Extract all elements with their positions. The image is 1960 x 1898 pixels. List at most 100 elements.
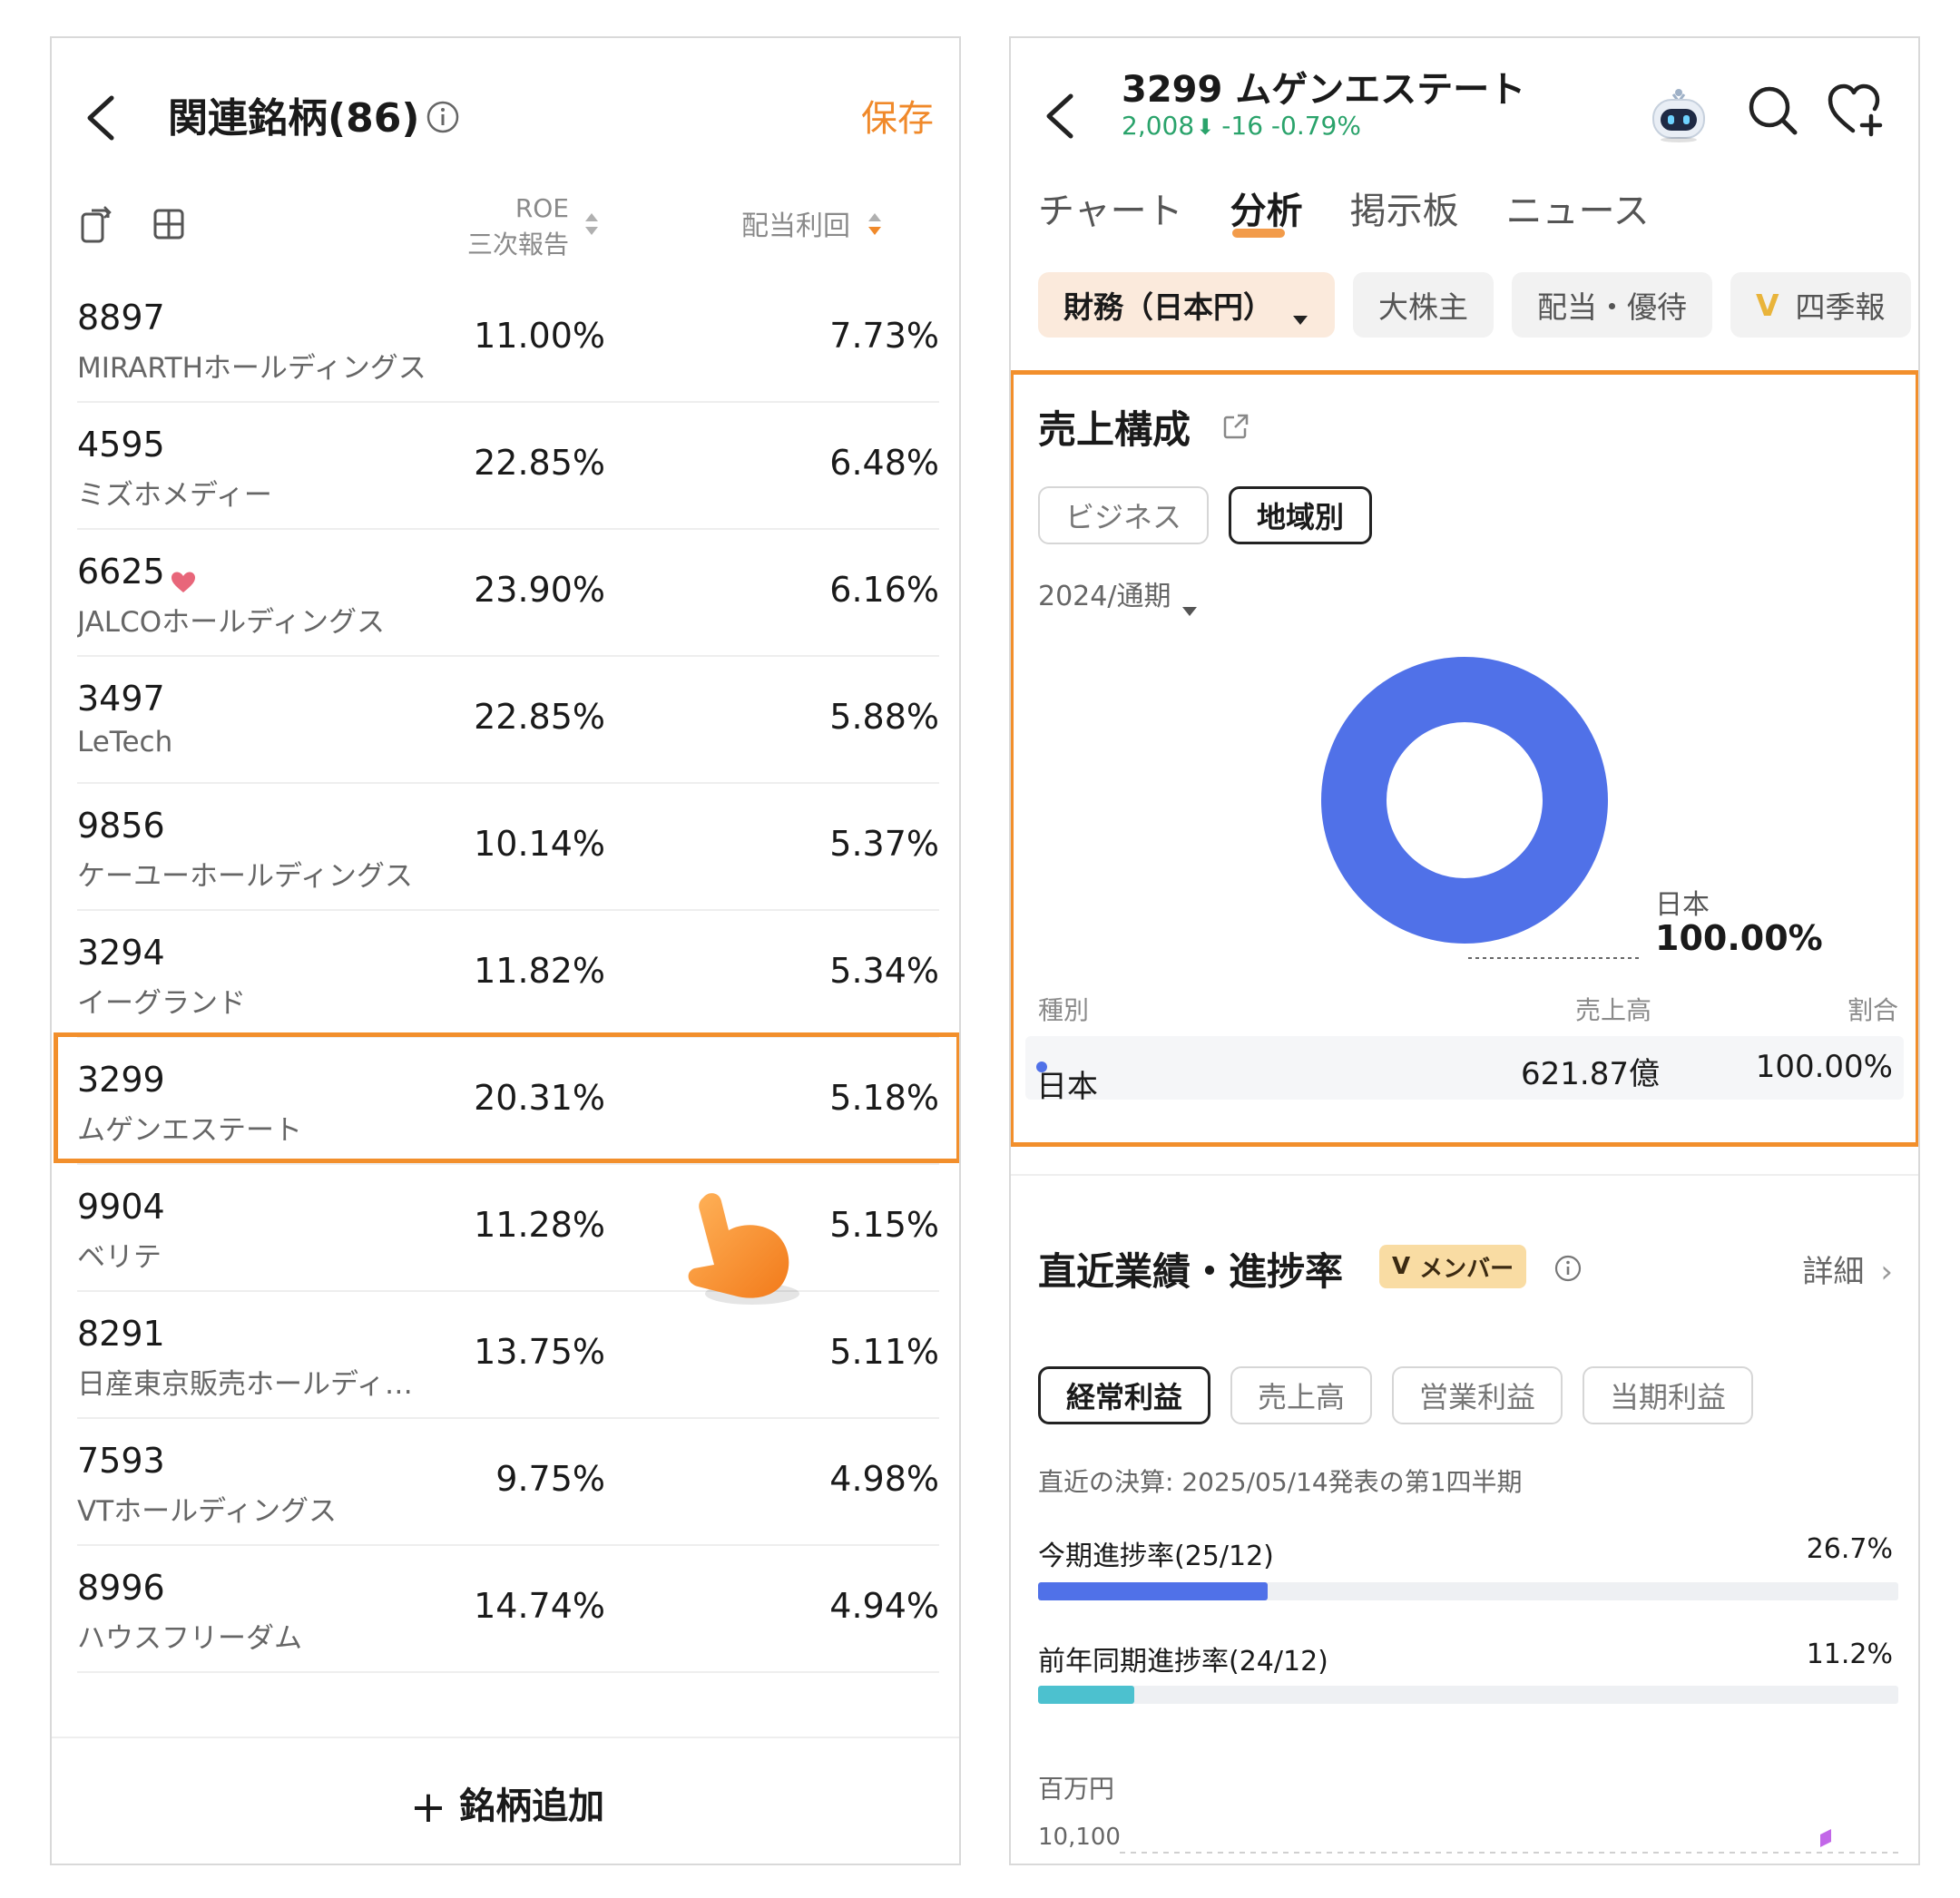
progress-fill-current <box>1038 1582 1269 1600</box>
copy-icon[interactable] <box>79 205 115 245</box>
selection-highlight <box>54 1032 959 1163</box>
chip-shikiho[interactable]: V 四季報 <box>1730 272 1911 338</box>
page-title: 関連銘柄(86) <box>168 95 420 142</box>
stock-dividend: 5.37% <box>829 824 939 864</box>
table-row[interactable]: 7593 VTホールディングス 9.75% 4.98% <box>77 1419 939 1546</box>
info-icon[interactable] <box>426 100 460 134</box>
column-header-roe[interactable]: ROE 三次報告 <box>415 191 605 263</box>
stock-code-wrap: 6625 <box>77 552 196 592</box>
back-arrow-icon[interactable] <box>1038 89 1083 143</box>
stock-name: 日産東京販売ホールディン… <box>77 1368 440 1401</box>
stock-roe: 13.75% <box>474 1332 605 1372</box>
stock-code: 3497 <box>77 679 165 719</box>
stock-price: 2,008 <box>1122 111 1195 141</box>
stock-name: LeTech <box>77 726 173 758</box>
save-button[interactable]: 保存 <box>861 89 934 142</box>
tab-ordinary-profit[interactable]: 経常利益 <box>1038 1366 1211 1424</box>
chip-dividend[interactable]: 配当・優待 <box>1512 272 1712 338</box>
header-ratio: 割合 <box>1847 995 1898 1025</box>
table-row[interactable]: 8897 MIRARTHホールディングス 11.00% 7.73% <box>77 276 939 403</box>
stock-name: VTホールディングス <box>77 1495 337 1528</box>
chip-shikiho-label: 四季報 <box>1795 289 1886 325</box>
stock-dividend: 5.11% <box>829 1332 939 1372</box>
column-header-dividend[interactable]: 配当利回 <box>741 203 957 245</box>
tab-board[interactable]: 掲示板 <box>1350 181 1459 234</box>
info-icon[interactable] <box>1553 1254 1583 1283</box>
ai-robot-icon[interactable] <box>1646 83 1711 143</box>
period-selector[interactable]: 2024/通期 <box>1038 573 1198 616</box>
stock-dividend: 4.94% <box>829 1586 939 1626</box>
row-ratio: 100.00% <box>1755 1049 1893 1085</box>
table-row: 日本 621.87億 100.00% <box>1025 1036 1904 1105</box>
search-icon[interactable] <box>1746 83 1800 138</box>
progress-value-previous: 11.2% <box>1806 1639 1893 1670</box>
table-row[interactable]: 3497 LeTech 22.85% 5.88% <box>77 657 939 784</box>
tab-chart[interactable]: チャート <box>1038 181 1183 234</box>
stock-roe: 22.85% <box>474 443 605 483</box>
performance-title: 直近業績・進捗率 <box>1038 1249 1344 1294</box>
stock-name: ベリテ <box>77 1241 162 1274</box>
detail-link[interactable]: 詳細 › <box>1802 1247 1893 1291</box>
donut-value: 100.00% <box>1655 918 1823 958</box>
table-row[interactable]: 3294 イーグランド 11.82% 5.34% <box>77 911 939 1038</box>
tab-operating-profit[interactable]: 営業利益 <box>1392 1366 1563 1424</box>
table-row[interactable]: 4595 ミズホメディー 22.85% 6.48% <box>77 403 939 530</box>
footer-divider <box>52 1737 959 1738</box>
member-mark: V <box>1392 1253 1411 1280</box>
table-row[interactable]: 6625 JALCOホールディングス 23.90% 6.16% <box>77 530 939 657</box>
stock-dividend: 6.48% <box>829 443 939 483</box>
dividend-header-label: 配当利回 <box>741 210 850 242</box>
stock-dividend: 7.73% <box>829 316 939 356</box>
stock-name: ミズホメディー <box>77 479 272 512</box>
header-type: 種別 <box>1038 995 1090 1025</box>
stock-code: 8291 <box>77 1314 165 1354</box>
stock-dividend: 6.16% <box>829 570 939 610</box>
related-stocks-panel: 関連銘柄(86) 保存 ROE 三次報告 配当利回 8897 MIRARTHホー… <box>50 36 961 1865</box>
favorite-heart-icon <box>171 563 196 592</box>
sales-donut-chart <box>1319 655 1610 945</box>
section-divider <box>1011 1174 1918 1176</box>
sort-icon <box>583 210 600 248</box>
active-tab-indicator <box>1231 229 1285 238</box>
stock-change: -16 -0.79% <box>1221 111 1361 141</box>
row-sales: 621.87億 <box>1521 1056 1660 1092</box>
stock-detail-panel: 3299 ムゲンエステート 2,008⬇ -16 -0.79% チャート 分析 掲… <box>1009 36 1920 1865</box>
segment-business[interactable]: ビジネス <box>1038 486 1210 544</box>
tab-news[interactable]: ニュース <box>1506 181 1650 234</box>
chip-major-shareholders[interactable]: 大株主 <box>1353 272 1494 338</box>
share-icon[interactable] <box>1221 412 1250 441</box>
donut-label: 日本 <box>1655 889 1710 921</box>
main-tabs: チャート 分析 掲示板 ニュース <box>1038 181 1650 238</box>
header-sales: 売上高 <box>1575 995 1652 1025</box>
stock-price-line: 2,008⬇ -16 -0.79% <box>1122 111 1361 141</box>
table-row[interactable]: 8996 ハウスフリーダム 14.74% 4.94% <box>77 1546 939 1673</box>
member-badge: V メンバー <box>1379 1245 1527 1288</box>
back-arrow-icon[interactable] <box>79 91 124 145</box>
favorite-add-icon[interactable] <box>1826 82 1886 138</box>
stock-roe: 22.85% <box>474 697 605 737</box>
tab-analysis-label: 分析 <box>1230 191 1303 232</box>
stock-code: 6625 <box>77 552 165 592</box>
stock-code: 8897 <box>77 298 165 338</box>
stock-dividend: 5.15% <box>829 1205 939 1245</box>
segment-region[interactable]: 地域別 <box>1229 486 1373 544</box>
caret-down-icon <box>1291 298 1309 325</box>
sort-active-icon <box>867 210 883 245</box>
table-row[interactable]: 9856 ケーユーホールディングス 10.14% 5.37% <box>77 784 939 911</box>
stock-list: 8897 MIRARTHホールディングス 11.00% 7.73% 4595 ミ… <box>77 276 939 1673</box>
stock-roe: 14.74% <box>474 1586 605 1626</box>
stock-title: 3299 ムゲンエステート <box>1122 69 1526 111</box>
progress-value-current: 26.7% <box>1806 1533 1893 1565</box>
grid-icon[interactable] <box>152 207 186 241</box>
chip-financials[interactable]: 財務（日本円） <box>1038 272 1335 338</box>
stock-name: イーグランド <box>77 987 246 1020</box>
tab-net-profit[interactable]: 当期利益 <box>1583 1366 1754 1424</box>
latest-earnings-note: 直近の決算: 2025/05/14発表の第1四半期 <box>1038 1467 1523 1497</box>
tab-analysis[interactable]: 分析 <box>1230 181 1303 238</box>
tab-revenue[interactable]: 売上高 <box>1230 1366 1373 1424</box>
add-stock-button[interactable]: + 銘柄追加 <box>52 1776 959 1833</box>
progress-label-current: 今期進捗率(25/12) <box>1038 1541 1274 1572</box>
stock-code: 9856 <box>77 806 165 846</box>
profit-type-tabs: 経常利益 売上高 営業利益 当期利益 <box>1038 1366 1754 1424</box>
stock-name: ケーユーホールディングス <box>77 860 413 893</box>
